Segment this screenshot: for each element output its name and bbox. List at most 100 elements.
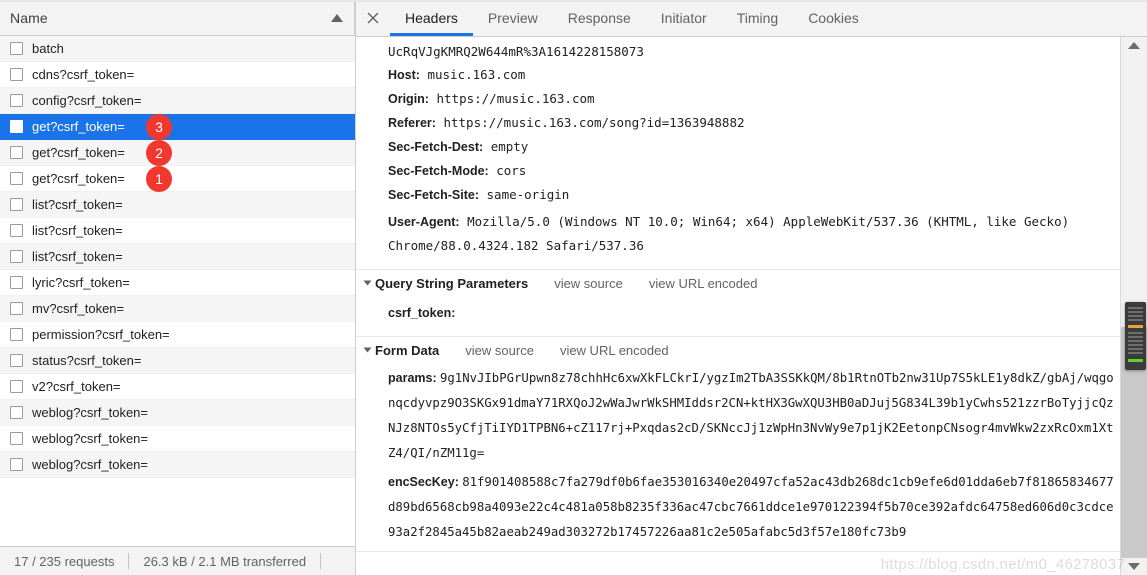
request-row-name: config?csrf_token=	[32, 93, 142, 108]
request-row[interactable]: batch	[0, 36, 355, 62]
request-row[interactable]: mv?csrf_token=	[0, 296, 355, 322]
tab-cookies[interactable]: Cookies	[793, 0, 874, 36]
request-row-checkbox[interactable]	[10, 172, 23, 185]
close-icon[interactable]	[356, 0, 390, 36]
form-data-params-row: params: 9g1NvJIbPGrUpwn8z78chhHc6xwXkFLC…	[356, 364, 1120, 468]
request-row-checkbox[interactable]	[10, 68, 23, 81]
tab-label: Response	[567, 10, 631, 26]
scroll-down-arrow-icon[interactable]	[1128, 563, 1140, 570]
request-row-checkbox[interactable]	[10, 432, 23, 445]
request-row-checkbox[interactable]	[10, 224, 23, 237]
request-row-checkbox[interactable]	[10, 354, 23, 367]
request-header-line: Host: music.163.com	[356, 63, 1120, 87]
request-list-header[interactable]: Name	[0, 0, 355, 36]
form-data-params-value: 9g1NvJIbPGrUpwn8z78chhHc6xwXkFLCkrI/ygzI…	[388, 371, 1114, 460]
tab-headers[interactable]: Headers	[390, 0, 473, 36]
form-data-encseckey-row: encSecKey: 81f901408588c7fa279df0b6fae35…	[356, 468, 1120, 547]
status-bar-separator-2	[320, 553, 322, 569]
annotation-badge: 3	[146, 114, 172, 140]
request-row-checkbox[interactable]	[10, 380, 23, 393]
tab-initiator[interactable]: Initiator	[646, 0, 722, 36]
form-data-encseckey-key: encSecKey:	[388, 475, 459, 489]
request-row-name: weblog?csrf_token=	[32, 431, 148, 446]
scroll-up-arrow-icon[interactable]	[1128, 42, 1140, 49]
tab-response[interactable]: Response	[553, 0, 646, 36]
request-header-key: Host:	[388, 68, 420, 82]
request-row-name: list?csrf_token=	[32, 197, 123, 212]
tabs-container: Headers Preview Response Initiator Timing Coo…	[390, 0, 874, 36]
request-row[interactable]: weblog?csrf_token=	[0, 426, 355, 452]
window-top-strip	[0, 0, 1147, 2]
collapse-triangle-icon[interactable]	[363, 280, 372, 286]
form-view-source-link[interactable]: view source	[465, 343, 534, 358]
form-view-url-encoded-link[interactable]: view URL encoded	[560, 343, 669, 358]
request-header-value: UcRqVJgKMRQ2W644mR%3A1614228158073	[388, 44, 644, 59]
transferred-size-label: 26.3 kB / 2.1 MB transferred	[143, 553, 307, 569]
request-row[interactable]: get?csrf_token= 1	[0, 166, 355, 192]
sort-ascending-arrow-icon[interactable]	[331, 13, 343, 22]
tab-preview[interactable]: Preview	[473, 0, 553, 36]
request-row-checkbox[interactable]	[10, 42, 23, 55]
query-string-parameters-section-header[interactable]: Query String Parameters view source view…	[356, 269, 1120, 297]
query-param-row: csrf_token:	[356, 297, 1120, 330]
request-header-line: UcRqVJgKMRQ2W644mR%3A1614228158073	[356, 40, 1120, 63]
query-view-url-encoded-link[interactable]: view URL encoded	[649, 276, 758, 291]
tab-label: Timing	[736, 10, 779, 26]
request-row-name: status?csrf_token=	[32, 353, 142, 368]
request-row-checkbox[interactable]	[10, 120, 23, 133]
request-header-line: Sec-Fetch-Mode: cors	[356, 159, 1120, 183]
request-row-name: permission?csrf_token=	[32, 327, 170, 342]
request-row[interactable]: permission?csrf_token=	[0, 322, 355, 348]
request-row-name: cdns?csrf_token=	[32, 67, 135, 82]
request-row[interactable]: weblog?csrf_token=	[0, 400, 355, 426]
devtools-network-panel: Name batch cdns?csrf_token= config?csrf_to…	[0, 0, 1147, 575]
request-row-checkbox[interactable]	[10, 328, 23, 341]
scrollbar-thumb[interactable]	[1125, 302, 1146, 370]
request-row-name: v2?csrf_token=	[32, 379, 121, 394]
request-header-key: Referer:	[388, 116, 436, 130]
request-row[interactable]: config?csrf_token=	[0, 88, 355, 114]
request-row-checkbox[interactable]	[10, 198, 23, 211]
request-row[interactable]: list?csrf_token=	[0, 218, 355, 244]
request-header-key: Origin:	[388, 92, 429, 106]
request-row-checkbox[interactable]	[10, 94, 23, 107]
request-row-name: weblog?csrf_token=	[32, 405, 148, 420]
request-header-value: https://music.163.com	[436, 91, 595, 106]
detail-tabbar: Headers Preview Response Initiator Timing Coo…	[356, 0, 1147, 37]
tab-label: Cookies	[808, 10, 859, 26]
request-header-line: Origin: https://music.163.com	[356, 87, 1120, 111]
request-row[interactable]: list?csrf_token=	[0, 192, 355, 218]
request-row-checkbox[interactable]	[10, 302, 23, 315]
request-row[interactable]: lyric?csrf_token=	[0, 270, 355, 296]
request-row-name: get?csrf_token=	[32, 119, 125, 134]
request-row-checkbox[interactable]	[10, 146, 23, 159]
request-row-checkbox[interactable]	[10, 276, 23, 289]
request-row[interactable]: weblog?csrf_token=	[0, 452, 355, 478]
request-row[interactable]: get?csrf_token= 3	[0, 114, 355, 140]
scrollbar-orange-marker	[1128, 325, 1143, 328]
tab-timing[interactable]: Timing	[722, 0, 794, 36]
tab-label: Headers	[405, 10, 458, 26]
tab-label: Preview	[487, 10, 538, 26]
request-row[interactable]: v2?csrf_token=	[0, 374, 355, 400]
request-header-line: Sec-Fetch-Site: same-origin	[356, 183, 1120, 207]
query-view-source-link[interactable]: view source	[554, 276, 623, 291]
request-header-value: same-origin	[486, 187, 570, 202]
form-data-encseckey-value: 81f901408588c7fa279df0b6fae353016340e204…	[388, 475, 1114, 539]
request-row-checkbox[interactable]	[10, 250, 23, 263]
detail-scroll-area[interactable]: UcRqVJgKMRQ2W644mR%3A1614228158073 Host: …	[356, 37, 1147, 575]
request-row-checkbox[interactable]	[10, 406, 23, 419]
request-row-name: batch	[32, 41, 64, 56]
request-row-name: list?csrf_token=	[32, 249, 123, 264]
request-row-checkbox[interactable]	[10, 458, 23, 471]
form-data-section-header[interactable]: Form Data view source view URL encoded	[356, 336, 1120, 364]
section-bottom-divider	[356, 551, 1120, 552]
request-row[interactable]: status?csrf_token=	[0, 348, 355, 374]
request-row[interactable]: list?csrf_token=	[0, 244, 355, 270]
collapse-triangle-icon[interactable]	[363, 347, 372, 353]
request-row[interactable]: get?csrf_token= 2	[0, 140, 355, 166]
detail-vertical-scrollbar[interactable]	[1120, 37, 1147, 575]
request-row-name: lyric?csrf_token=	[32, 275, 130, 290]
request-header-value: music.163.com	[427, 67, 526, 82]
request-row[interactable]: cdns?csrf_token=	[0, 62, 355, 88]
